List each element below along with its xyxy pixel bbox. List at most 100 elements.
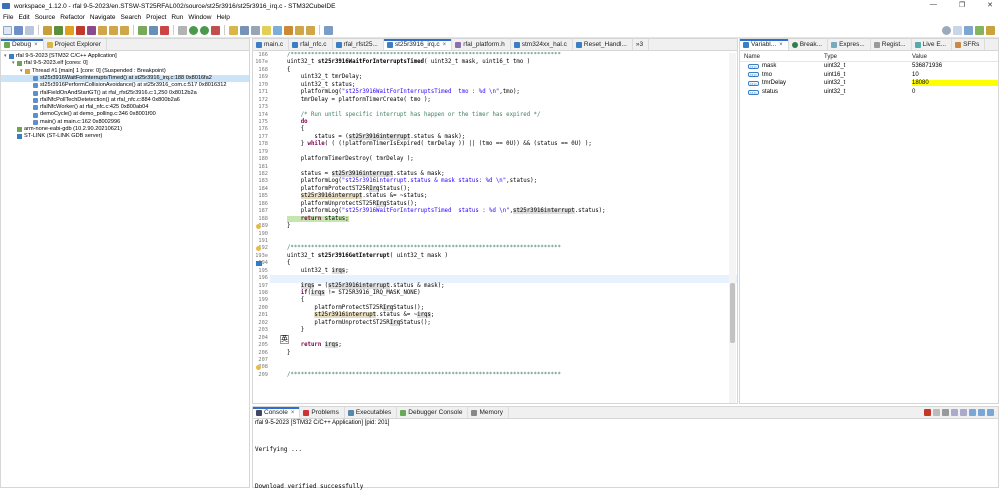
open-type-icon[interactable]: [229, 25, 238, 35]
device-config-icon[interactable]: [178, 25, 187, 35]
new-icon[interactable]: [3, 25, 12, 35]
debug-tree-item[interactable]: rfalNfcPollTechDetetection() at rfal_nfc…: [1, 97, 249, 104]
disconnect-icon[interactable]: [87, 25, 96, 35]
close-icon[interactable]: ×: [443, 42, 447, 48]
menu-help[interactable]: Help: [216, 14, 229, 21]
menu-refactor[interactable]: Refactor: [60, 14, 85, 21]
variable-value[interactable]: 18080: [912, 80, 998, 87]
debug-tree-item[interactable]: demoCycle() at demo_polling.c:346 0x8001…: [1, 111, 249, 118]
close-icon[interactable]: ×: [34, 42, 38, 48]
debug-tree-item[interactable]: ▾ Thread #1 [main] 1 [core: 0] (Suspended…: [1, 68, 249, 75]
debug-tree-item[interactable]: main() at main.c:162 0x8002996: [1, 119, 249, 126]
editor-tab[interactable]: rfal_rfst25...: [333, 39, 384, 50]
tab-debug[interactable]: Debug ×: [1, 39, 44, 50]
debug-perspective-icon[interactable]: [975, 25, 984, 35]
tab-console[interactable]: Console ×: [253, 407, 301, 418]
editor-tab[interactable]: main.c: [253, 39, 290, 50]
external-tools-icon[interactable]: [211, 25, 220, 35]
debug-tree-item[interactable]: arm-none-eabi-gdb (10.2.90.20210621): [1, 126, 249, 133]
save-all-icon[interactable]: [25, 25, 34, 35]
variable-row[interactable]: (x)= tmo uint16_t 10: [740, 71, 998, 80]
tab-executables[interactable]: Executables: [345, 407, 398, 418]
tab-sfrs[interactable]: SFRs: [952, 39, 986, 50]
column-type[interactable]: Type: [824, 54, 912, 60]
variable-row[interactable]: (x)= mask uint32_t 536871936: [740, 62, 998, 71]
search-icon[interactable]: [251, 25, 260, 35]
save-icon[interactable]: [14, 25, 23, 35]
restart-icon[interactable]: [149, 25, 158, 35]
tab-debugger-console[interactable]: Debugger Console: [397, 407, 469, 418]
debug-tree-item[interactable]: st25r3916WaitForInterruptsTimed() at st2…: [1, 74, 249, 83]
variable-row[interactable]: (x)= status uint32_t 0: [740, 88, 998, 97]
close-button[interactable]: ✕: [987, 1, 993, 9]
terminate-icon[interactable]: [76, 25, 85, 35]
tab-expressions[interactable]: Expres...: [828, 39, 871, 50]
display-console-icon[interactable]: [978, 409, 985, 416]
tab-breakpoints[interactable]: Break...: [789, 39, 829, 50]
remove-launch-icon[interactable]: [933, 409, 940, 416]
minimize-button[interactable]: —: [930, 1, 937, 9]
code-area[interactable]: 166/************************************…: [253, 52, 737, 403]
cpp-perspective-icon[interactable]: [964, 25, 973, 35]
tab-overflow[interactable]: »3: [633, 39, 650, 50]
menu-navigate[interactable]: Navigate: [90, 14, 116, 21]
resume-icon[interactable]: [54, 25, 63, 35]
terminate-console-icon[interactable]: [924, 409, 931, 416]
scrollbar-thumb[interactable]: [730, 283, 735, 343]
tab-live-expressions[interactable]: Live E...: [912, 39, 953, 50]
editor-tab[interactable]: rfal_platform.h: [452, 39, 511, 50]
debug-tree-item[interactable]: rfalNfcWorker() at rfal_nfc.c:425 0x800a…: [1, 104, 249, 111]
tab-project-explorer[interactable]: Project Explorer: [44, 39, 107, 50]
menu-project[interactable]: Project: [146, 14, 166, 21]
run-icon[interactable]: [200, 25, 209, 35]
reset-chip-icon[interactable]: [160, 25, 169, 35]
tab-variables[interactable]: Variabl... ×: [740, 39, 789, 50]
open-console-icon[interactable]: [987, 409, 994, 416]
editor-scrollbar[interactable]: [729, 53, 736, 403]
word-wrap-icon[interactable]: [960, 409, 967, 416]
debug-tree-item[interactable]: ▾ rfal 9-5-2023 [STM32 C/C++ Application]: [1, 53, 249, 60]
editor-tab[interactable]: Reset_Handl...: [573, 39, 633, 50]
menu-file[interactable]: File: [3, 14, 13, 21]
close-icon[interactable]: ×: [291, 410, 295, 416]
column-name[interactable]: Name: [740, 54, 824, 60]
variable-value[interactable]: 536871936: [912, 63, 998, 69]
variable-row[interactable]: (x)= tmrDelay uint32_t 18080: [740, 79, 998, 88]
editor-tab[interactable]: st25r3916_irq.c ×: [383, 39, 453, 50]
debug-run-icon[interactable]: [189, 25, 198, 35]
open-perspective-icon[interactable]: [324, 25, 333, 35]
annotation-icon[interactable]: [273, 25, 282, 35]
back-icon[interactable]: [295, 25, 304, 35]
tab-problems[interactable]: Problems: [300, 407, 345, 418]
debug-tree-item[interactable]: rfalFieldOnAndStartGT() at rfal_rfst25r3…: [1, 89, 249, 96]
maximize-button[interactable]: ❐: [959, 1, 965, 9]
clear-console-icon[interactable]: [942, 409, 949, 416]
pin-console-icon[interactable]: [969, 409, 976, 416]
tab-memory[interactable]: Memory: [468, 407, 509, 418]
step-into-icon[interactable]: [98, 25, 107, 35]
editor-tab[interactable]: rfal_nfc.c: [289, 39, 333, 50]
step-over-icon[interactable]: [109, 25, 118, 35]
forward-icon[interactable]: [306, 25, 315, 35]
menu-edit[interactable]: Edit: [18, 14, 29, 21]
toggle-mark-icon[interactable]: [262, 25, 271, 35]
debug-tree-item[interactable]: ▾ rfal 9-5-2023.elf [cores: 0]: [1, 60, 249, 67]
menu-window[interactable]: Window: [188, 14, 211, 21]
variable-value[interactable]: 0: [912, 89, 998, 95]
open-element-icon[interactable]: [240, 25, 249, 35]
menu-source[interactable]: Source: [35, 14, 56, 21]
instruction-step-icon[interactable]: [138, 25, 147, 35]
debug-tree-item[interactable]: ST-LINK (ST-LINK GDB server): [1, 133, 249, 140]
device-perspective-icon[interactable]: [986, 25, 995, 35]
column-value[interactable]: Value: [912, 54, 998, 60]
perspective-icon[interactable]: [953, 25, 962, 35]
menu-run[interactable]: Run: [171, 14, 183, 21]
search-global-icon[interactable]: [942, 25, 951, 35]
step-return-icon[interactable]: [120, 25, 129, 35]
close-icon[interactable]: ×: [779, 42, 783, 48]
build-icon[interactable]: [43, 25, 52, 35]
debug-tree-item[interactable]: st25r3916PerformCollisionAvoidance() at …: [1, 82, 249, 89]
last-edit-icon[interactable]: [284, 25, 293, 35]
tab-registers[interactable]: Regist...: [871, 39, 912, 50]
editor-tab[interactable]: stm324xx_hal.c: [511, 39, 573, 50]
